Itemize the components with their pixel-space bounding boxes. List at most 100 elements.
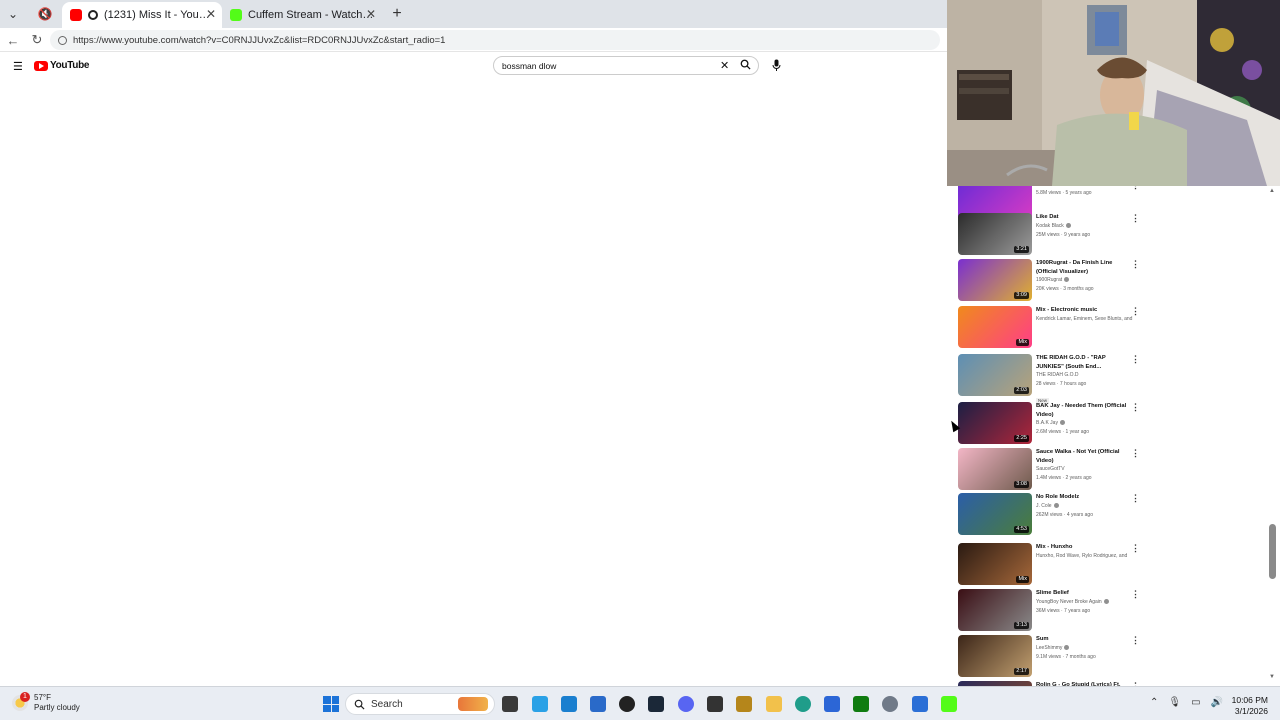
video-channel[interactable]: audiomack xyxy=(1036,186,1060,187)
more-options-icon[interactable]: ⋮ xyxy=(1131,590,1140,599)
kick-app-icon[interactable] xyxy=(941,696,957,712)
video-title[interactable]: Mix - Electronic music xyxy=(1036,306,1134,315)
store-app-icon[interactable] xyxy=(590,696,606,712)
search-input[interactable] xyxy=(494,60,714,71)
video-title[interactable]: THE RIDAH G.O.D - "RAP JUNKIES" (South E… xyxy=(1036,354,1134,371)
search-icon[interactable] xyxy=(740,59,751,73)
video-thumbnail[interactable]: Mix xyxy=(958,306,1032,348)
video-duration-badge: Mix xyxy=(1016,576,1029,583)
more-options-icon[interactable]: ⋮ xyxy=(1131,186,1140,190)
video-duration-badge: 4:53 xyxy=(1014,526,1029,533)
more-options-icon[interactable]: ⋮ xyxy=(1131,544,1140,553)
scroll-down-arrow-icon[interactable]: ▼ xyxy=(1269,674,1275,680)
taskbar-clock[interactable]: 10:06 PM 3/1/2026 xyxy=(1220,695,1268,717)
obs-icon[interactable] xyxy=(619,696,635,712)
microphone-icon[interactable] xyxy=(771,59,781,73)
video-thumbnail[interactable]: 3:13 xyxy=(958,589,1032,631)
chevron-up-icon[interactable]: ⌃ xyxy=(1150,697,1158,708)
more-options-icon[interactable]: ⋮ xyxy=(1131,355,1140,364)
network-icon[interactable]: ▭ xyxy=(1191,697,1200,708)
video-title[interactable]: Like Dat xyxy=(1036,213,1134,222)
microphone-icon[interactable]: 🎙 xyxy=(1168,697,1181,708)
youtube-logo[interactable]: YouTube xyxy=(34,60,90,71)
hamburger-menu-icon[interactable]: ☰ xyxy=(13,60,23,73)
scroll-up-arrow-icon[interactable]: ▲ xyxy=(1269,188,1275,194)
video-thumbnail[interactable]: Mix xyxy=(958,543,1032,585)
video-title[interactable]: Sauce Walka - Not Yet (Official Video) xyxy=(1036,448,1134,465)
rockstar-icon[interactable] xyxy=(736,696,752,712)
verified-check-icon xyxy=(1103,598,1109,604)
site-info-icon[interactable] xyxy=(58,35,67,45)
steam-icon[interactable] xyxy=(648,696,664,712)
video-channel[interactable]: Kendrick Lamar, Eminem, Sexe Blunts, and xyxy=(1036,316,1132,322)
reload-icon[interactable]: ↻ xyxy=(29,32,45,48)
video-thumbnail[interactable]: 3:08 xyxy=(958,448,1032,490)
tab-strip: ⌄ 🔇 (1231) Miss It - YouTube ✕ Cuffem St… xyxy=(0,0,947,28)
verified-check-icon xyxy=(1059,420,1065,426)
video-channel[interactable]: LeeShimmy xyxy=(1036,645,1062,651)
video-channel[interactable]: 1900Rugrat xyxy=(1036,277,1062,283)
widgets-app-icon[interactable] xyxy=(532,696,548,712)
file-app-icon[interactable] xyxy=(561,696,577,712)
youtube-favicon-icon xyxy=(70,9,82,21)
new-tab-icon[interactable]: + xyxy=(386,4,408,24)
video-channel[interactable]: THE RIDAH G.O.D xyxy=(1036,372,1079,378)
taskbar-search[interactable]: Search xyxy=(345,693,495,715)
video-title[interactable]: 1900Rugrat - Da Finish Line (Official Vi… xyxy=(1036,259,1134,276)
more-options-icon[interactable]: ⋮ xyxy=(1131,260,1140,269)
discord-icon[interactable] xyxy=(678,696,694,712)
mute-tab-icon[interactable]: 🔇 xyxy=(34,4,56,24)
edge-browser-icon[interactable] xyxy=(795,696,811,712)
more-options-icon[interactable]: ⋮ xyxy=(1131,636,1140,645)
system-tray: ⌃ 🎙 ▭ 🔊 xyxy=(1150,697,1223,708)
tab-youtube[interactable]: (1231) Miss It - YouTube ✕ xyxy=(62,2,222,28)
video-title[interactable]: Mix - Hunxho xyxy=(1036,543,1134,552)
clear-search-icon[interactable]: ✕ xyxy=(720,59,729,72)
more-options-icon[interactable]: ⋮ xyxy=(1131,449,1140,458)
url-text: https://www.youtube.com/watch?v=C0RNJJUv… xyxy=(73,34,446,46)
security-shield-icon[interactable] xyxy=(912,696,928,712)
xbox-icon[interactable] xyxy=(853,696,869,712)
video-channel[interactable]: Kodak Black xyxy=(1036,223,1064,229)
video-title[interactable]: Sum xyxy=(1036,635,1134,644)
video-channel[interactable]: YoungBoy Never Broke Again xyxy=(1036,599,1102,605)
video-thumbnail[interactable]: 3:09 xyxy=(958,259,1032,301)
close-tab-icon[interactable]: ✕ xyxy=(206,7,216,21)
video-stats: 262M views · 4 years ago xyxy=(1036,511,1093,518)
video-channel[interactable]: B.A.K Jay xyxy=(1036,420,1058,426)
back-arrow-icon[interactable]: ← xyxy=(5,32,21,48)
scrollbar-thumb[interactable] xyxy=(1269,523,1276,579)
webcam-overlay xyxy=(947,0,1280,186)
video-thumbnail[interactable]: 2:17 xyxy=(958,635,1032,677)
weather-desc: Partly cloudy xyxy=(34,703,80,712)
more-options-icon[interactable]: ⋮ xyxy=(1131,403,1140,412)
more-options-icon[interactable]: ⋮ xyxy=(1131,214,1140,223)
file-explorer-icon[interactable] xyxy=(766,696,782,712)
video-thumbnail[interactable]: 2:25 xyxy=(958,402,1032,444)
page-scrollbar[interactable]: ▲ ▼ xyxy=(1266,186,1280,686)
video-title[interactable]: BAK Jay - Needed Them (Official Video) xyxy=(1036,402,1134,419)
app-icon[interactable] xyxy=(707,696,723,712)
video-stats: 9.1M views · 7 months ago xyxy=(1036,653,1096,660)
tab-kick[interactable]: Cuffem Stream - Watch Live on Ki ✕ xyxy=(222,2,382,28)
more-options-icon[interactable]: ⋮ xyxy=(1131,307,1140,316)
video-channel[interactable]: Hunxho, Rod Wave, Rylo Rodriguez, and xyxy=(1036,553,1127,559)
video-title[interactable]: No Role Modelz xyxy=(1036,493,1134,502)
settings-gear-icon[interactable] xyxy=(882,696,898,712)
video-channel[interactable]: J. Cole xyxy=(1036,503,1052,509)
task-view-icon[interactable] xyxy=(502,696,518,712)
close-tab-icon[interactable]: ✕ xyxy=(366,7,376,21)
video-thumbnail[interactable]: 2:03 xyxy=(958,354,1032,396)
video-stats: 2.6M views · 1 year ago xyxy=(1036,429,1090,435)
windows-start-icon[interactable] xyxy=(323,696,339,712)
video-title[interactable]: Slime Belief xyxy=(1036,589,1134,598)
video-thumbnail[interactable]: 4:53 xyxy=(958,493,1032,535)
video-thumbnail[interactable]: 3:21 xyxy=(958,213,1032,255)
weather-widget[interactable]: 1 57°F Partly cloudy xyxy=(12,692,80,713)
tab-search-chevron-icon[interactable]: ⌄ xyxy=(2,4,24,24)
weather-temp: 57°F xyxy=(34,693,51,702)
more-options-icon[interactable]: ⋮ xyxy=(1131,494,1140,503)
video-channel[interactable]: SauceGotTV xyxy=(1036,466,1065,472)
notepad-icon[interactable] xyxy=(824,696,840,712)
url-field[interactable]: https://www.youtube.com/watch?v=C0RNJJUv… xyxy=(50,30,940,50)
